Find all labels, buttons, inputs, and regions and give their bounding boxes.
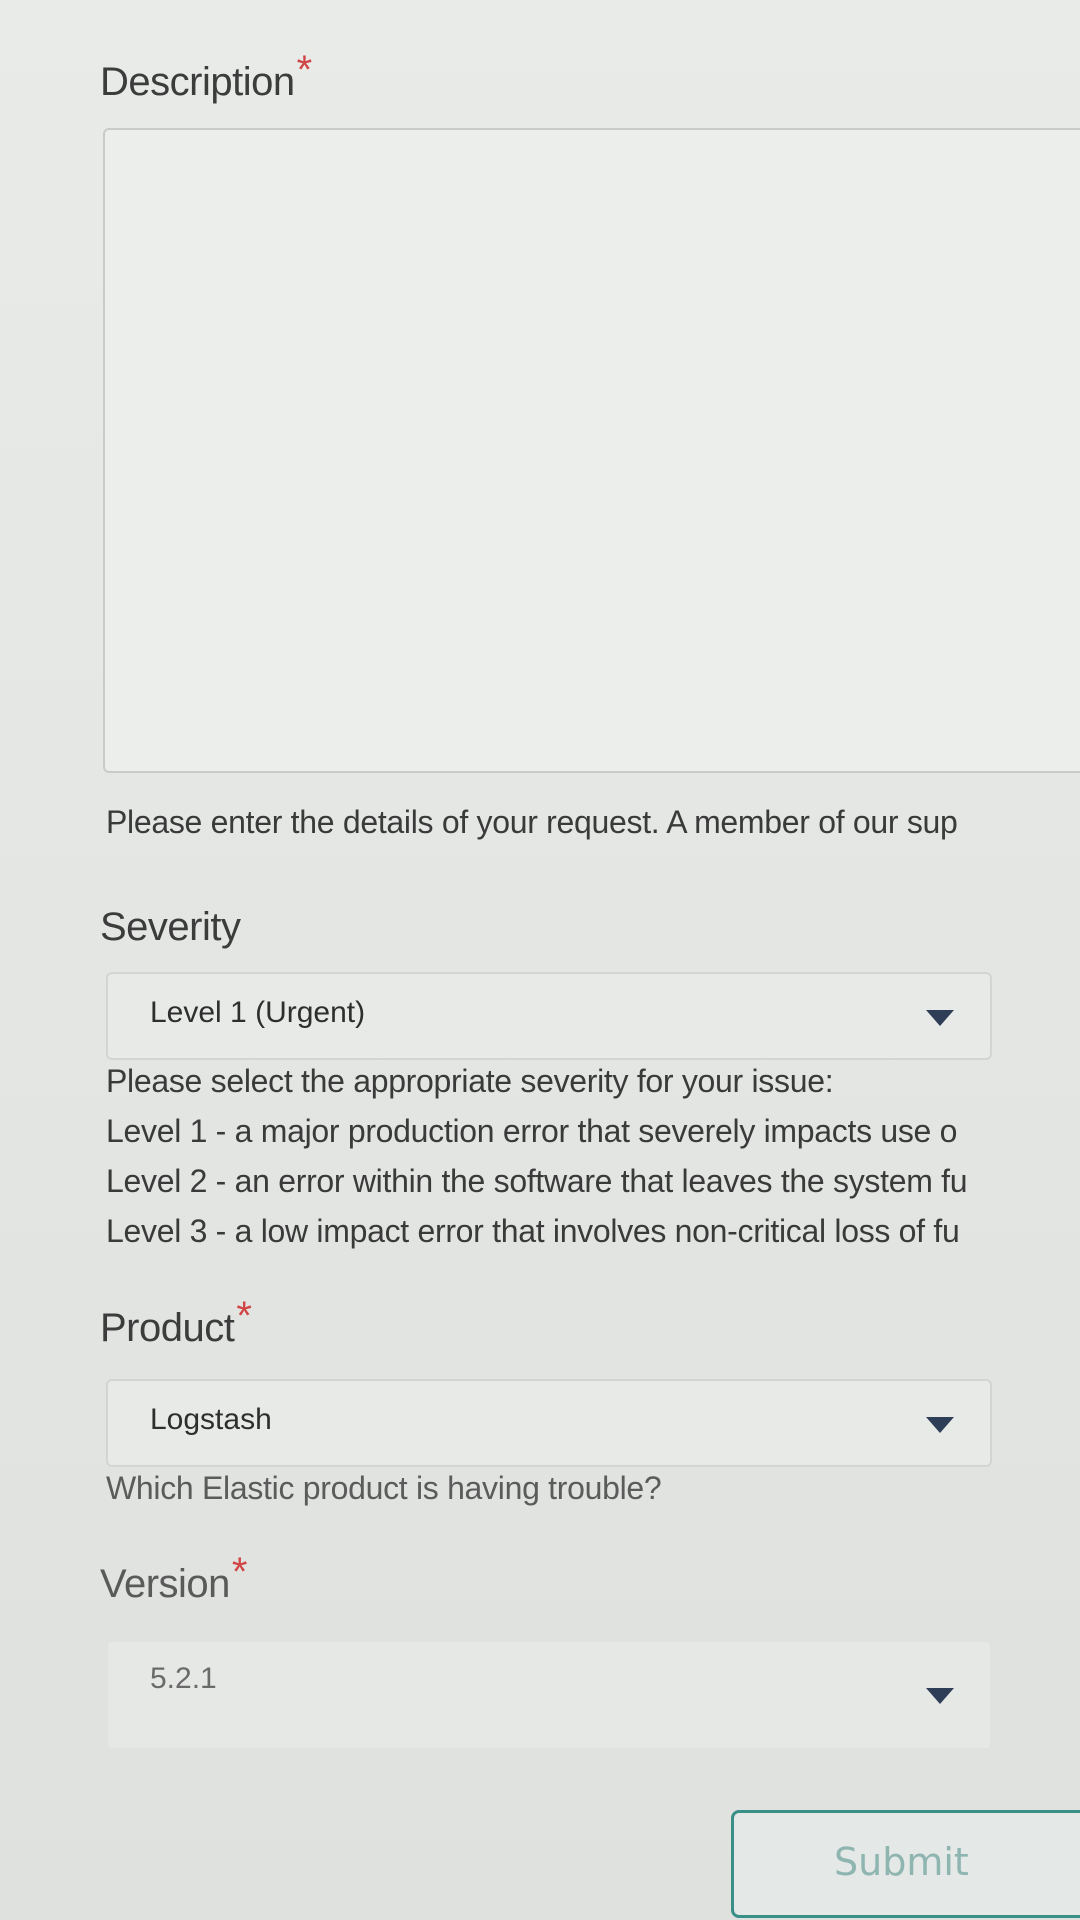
severity-help-line: Level 3 - a low impact error that involv… bbox=[106, 1213, 960, 1249]
product-label: Product* bbox=[100, 1294, 252, 1351]
description-textarea[interactable] bbox=[103, 128, 1080, 773]
product-select[interactable]: Logstash bbox=[106, 1379, 992, 1467]
required-asterisk-icon: * bbox=[236, 1294, 252, 1338]
product-help-text: Which Elastic product is having trouble? bbox=[106, 1470, 662, 1506]
severity-label-text: Severity bbox=[100, 905, 241, 949]
severity-select[interactable]: Level 1 (Urgent) bbox=[106, 972, 992, 1060]
chevron-down-icon bbox=[926, 1688, 954, 1704]
version-label-text: Version bbox=[100, 1562, 230, 1606]
severity-help-line: Please select the appropriate severity f… bbox=[106, 1063, 834, 1099]
submit-button[interactable]: Submit bbox=[731, 1810, 1080, 1918]
chevron-down-icon bbox=[926, 1010, 954, 1026]
product-label-text: Product bbox=[100, 1306, 235, 1350]
severity-selected-value: Level 1 (Urgent) bbox=[150, 996, 366, 1029]
severity-help-line: Level 1 - a major production error that … bbox=[106, 1113, 958, 1149]
version-select[interactable]: 5.2.1 bbox=[106, 1640, 992, 1750]
product-selected-value: Logstash bbox=[150, 1403, 272, 1436]
description-label: Description* bbox=[100, 48, 312, 105]
required-asterisk-icon: * bbox=[231, 1550, 248, 1594]
version-selected-value: 5.2.1 bbox=[150, 1662, 217, 1695]
severity-label: Severity bbox=[100, 905, 241, 950]
description-help-text: Please enter the details of your request… bbox=[106, 804, 958, 840]
description-label-text: Description bbox=[100, 60, 295, 104]
severity-help-line: Level 2 - an error within the software t… bbox=[106, 1163, 968, 1199]
required-asterisk-icon: * bbox=[296, 48, 313, 92]
chevron-down-icon bbox=[926, 1417, 954, 1433]
version-label: Version* bbox=[100, 1550, 248, 1607]
support-request-form: Description* Please enter the details of… bbox=[0, 0, 1080, 1920]
